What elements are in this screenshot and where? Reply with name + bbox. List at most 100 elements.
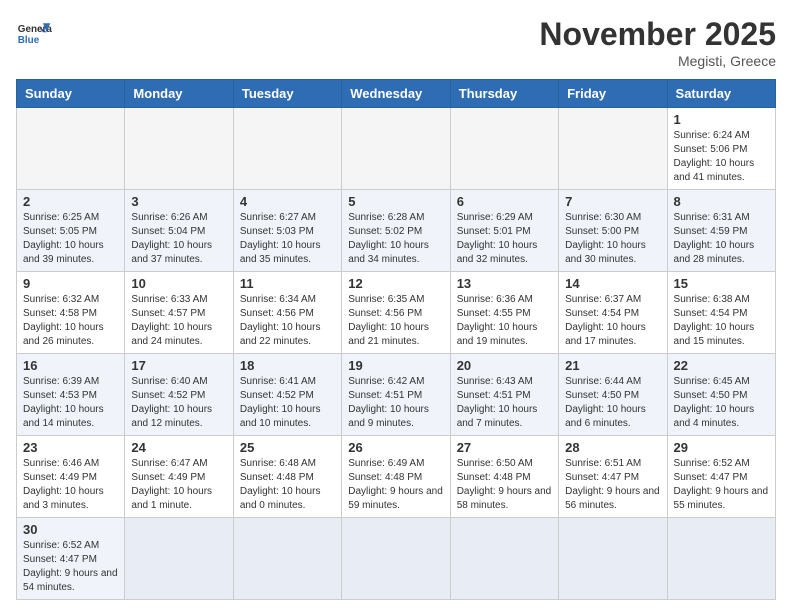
- calendar-day-cell: [342, 518, 450, 600]
- day-number: 28: [565, 440, 660, 455]
- calendar-table: SundayMondayTuesdayWednesdayThursdayFrid…: [16, 79, 776, 600]
- calendar-day-cell: 2Sunrise: 6:25 AM Sunset: 5:05 PM Daylig…: [17, 190, 125, 272]
- day-number: 17: [131, 358, 226, 373]
- calendar-day-cell: 14 Sunrise: 6:37 AM Sunset: 4:54 PM Dayli…: [559, 272, 667, 354]
- calendar-day-cell: [342, 108, 450, 190]
- calendar-day-cell: 25 Sunrise: 6:48 AM Sunset: 4:48 PM Dayli…: [233, 436, 341, 518]
- calendar-day-cell: 4Sunrise: 6:27 AM Sunset: 5:03 PM Daylig…: [233, 190, 341, 272]
- calendar-day-cell: 24 Sunrise: 6:47 AM Sunset: 4:49 PM Dayli…: [125, 436, 233, 518]
- weekday-header-wednesday: Wednesday: [342, 80, 450, 108]
- calendar-day-cell: 7Sunrise: 6:30 AM Sunset: 5:00 PM Daylig…: [559, 190, 667, 272]
- day-number: 26: [348, 440, 443, 455]
- calendar-week-row: 2Sunrise: 6:25 AM Sunset: 5:05 PM Daylig…: [17, 190, 776, 272]
- day-number: 6: [457, 194, 552, 209]
- calendar-day-cell: 27Sunrise: 6:50 AM Sunset: 4:48 PM Dayli…: [450, 436, 558, 518]
- day-number: 23: [23, 440, 118, 455]
- day-number: 15: [674, 276, 769, 291]
- day-info: Sunrise: 6:51 AM Sunset: 4:47 PM Dayligh…: [565, 457, 660, 513]
- day-info: Sunrise: 6:40 AM Sunset: 4:52 PM Dayligh…: [131, 375, 226, 431]
- day-number: 22: [674, 358, 769, 373]
- day-info: Sunrise: 6:49 AM Sunset: 4:48 PM Dayligh…: [348, 457, 443, 513]
- day-info: Sunrise: 6:47 AM Sunset: 4:49 PM Dayligh…: [131, 457, 226, 513]
- day-number: 8: [674, 194, 769, 209]
- calendar-day-cell: [450, 108, 558, 190]
- day-number: 21: [565, 358, 660, 373]
- calendar-day-cell: 9 Sunrise: 6:32 AM Sunset: 4:58 PM Daylig…: [17, 272, 125, 354]
- calendar-day-cell: 3 Sunrise: 6:26 AM Sunset: 5:04 PM Daylig…: [125, 190, 233, 272]
- calendar-week-row: 23 Sunrise: 6:46 AM Sunset: 4:49 PM Dayli…: [17, 436, 776, 518]
- calendar-day-cell: 19 Sunrise: 6:42 AM Sunset: 4:51 PM Dayli…: [342, 354, 450, 436]
- day-info: Sunrise: 6:48 AM Sunset: 4:48 PM Dayligh…: [240, 457, 335, 513]
- calendar-day-cell: 12Sunrise: 6:35 AM Sunset: 4:56 PM Dayli…: [342, 272, 450, 354]
- calendar-day-cell: 5Sunrise: 6:28 AM Sunset: 5:02 PM Daylig…: [342, 190, 450, 272]
- calendar-day-cell: 28 Sunrise: 6:51 AM Sunset: 4:47 PM Dayli…: [559, 436, 667, 518]
- day-number: 24: [131, 440, 226, 455]
- weekday-header-thursday: Thursday: [450, 80, 558, 108]
- day-info: Sunrise: 6:45 AM Sunset: 4:50 PM Dayligh…: [674, 375, 769, 431]
- calendar-day-cell: [559, 518, 667, 600]
- calendar-day-cell: 30 Sunrise: 6:52 AM Sunset: 4:47 PM Dayli…: [17, 518, 125, 600]
- day-info: Sunrise: 6:33 AM Sunset: 4:57 PM Dayligh…: [131, 293, 226, 349]
- day-info: Sunrise: 6:44 AM Sunset: 4:50 PM Dayligh…: [565, 375, 660, 431]
- calendar-day-cell: 18Sunrise: 6:41 AM Sunset: 4:52 PM Dayli…: [233, 354, 341, 436]
- location-subtitle: Megisti, Greece: [539, 53, 776, 69]
- calendar-day-cell: 22 Sunrise: 6:45 AM Sunset: 4:50 PM Dayli…: [667, 354, 775, 436]
- day-info: Sunrise: 6:43 AM Sunset: 4:51 PM Dayligh…: [457, 375, 552, 431]
- calendar-day-cell: [125, 518, 233, 600]
- day-number: 2: [23, 194, 118, 209]
- calendar-day-cell: 1Sunrise: 6:24 AM Sunset: 5:06 PM Daylig…: [667, 108, 775, 190]
- day-number: 25: [240, 440, 335, 455]
- day-number: 14: [565, 276, 660, 291]
- weekday-header-tuesday: Tuesday: [233, 80, 341, 108]
- page-header: General Blue November 2025 Megisti, Gree…: [16, 16, 776, 69]
- day-number: 29: [674, 440, 769, 455]
- day-number: 11: [240, 276, 335, 291]
- day-number: 19: [348, 358, 443, 373]
- calendar-week-row: 9 Sunrise: 6:32 AM Sunset: 4:58 PM Daylig…: [17, 272, 776, 354]
- title-block: November 2025 Megisti, Greece: [539, 16, 776, 69]
- day-number: 20: [457, 358, 552, 373]
- calendar-day-cell: [233, 108, 341, 190]
- day-info: Sunrise: 6:37 AM Sunset: 4:54 PM Dayligh…: [565, 293, 660, 349]
- day-number: 16: [23, 358, 118, 373]
- day-info: Sunrise: 6:31 AM Sunset: 4:59 PM Dayligh…: [674, 211, 769, 267]
- day-info: Sunrise: 6:42 AM Sunset: 4:51 PM Dayligh…: [348, 375, 443, 431]
- calendar-day-cell: 10Sunrise: 6:33 AM Sunset: 4:57 PM Dayli…: [125, 272, 233, 354]
- day-info: Sunrise: 6:50 AM Sunset: 4:48 PM Dayligh…: [457, 457, 552, 513]
- day-info: Sunrise: 6:29 AM Sunset: 5:01 PM Dayligh…: [457, 211, 552, 267]
- day-number: 30: [23, 522, 118, 537]
- day-info: Sunrise: 6:39 AM Sunset: 4:53 PM Dayligh…: [23, 375, 118, 431]
- day-info: Sunrise: 6:52 AM Sunset: 4:47 PM Dayligh…: [23, 539, 118, 595]
- svg-text:Blue: Blue: [18, 35, 40, 46]
- day-info: Sunrise: 6:30 AM Sunset: 5:00 PM Dayligh…: [565, 211, 660, 267]
- calendar-day-cell: [667, 518, 775, 600]
- day-info: Sunrise: 6:34 AM Sunset: 4:56 PM Dayligh…: [240, 293, 335, 349]
- day-info: Sunrise: 6:52 AM Sunset: 4:47 PM Dayligh…: [674, 457, 769, 513]
- day-info: Sunrise: 6:26 AM Sunset: 5:04 PM Dayligh…: [131, 211, 226, 267]
- weekday-header-sunday: Sunday: [17, 80, 125, 108]
- calendar-day-cell: 6 Sunrise: 6:29 AM Sunset: 5:01 PM Daylig…: [450, 190, 558, 272]
- calendar-day-cell: 15 Sunrise: 6:38 AM Sunset: 4:54 PM Dayli…: [667, 272, 775, 354]
- calendar-day-cell: 17 Sunrise: 6:40 AM Sunset: 4:52 PM Dayli…: [125, 354, 233, 436]
- weekday-header-row: SundayMondayTuesdayWednesdayThursdayFrid…: [17, 80, 776, 108]
- day-info: Sunrise: 6:28 AM Sunset: 5:02 PM Dayligh…: [348, 211, 443, 267]
- calendar-day-cell: 26 Sunrise: 6:49 AM Sunset: 4:48 PM Dayli…: [342, 436, 450, 518]
- month-title: November 2025: [539, 16, 776, 53]
- day-info: Sunrise: 6:46 AM Sunset: 4:49 PM Dayligh…: [23, 457, 118, 513]
- calendar-day-cell: 11 Sunrise: 6:34 AM Sunset: 4:56 PM Dayli…: [233, 272, 341, 354]
- day-info: Sunrise: 6:32 AM Sunset: 4:58 PM Dayligh…: [23, 293, 118, 349]
- day-info: Sunrise: 6:41 AM Sunset: 4:52 PM Dayligh…: [240, 375, 335, 431]
- calendar-week-row: 1Sunrise: 6:24 AM Sunset: 5:06 PM Daylig…: [17, 108, 776, 190]
- calendar-day-cell: 21 Sunrise: 6:44 AM Sunset: 4:50 PM Dayli…: [559, 354, 667, 436]
- day-info: Sunrise: 6:38 AM Sunset: 4:54 PM Dayligh…: [674, 293, 769, 349]
- calendar-day-cell: 13Sunrise: 6:36 AM Sunset: 4:55 PM Dayli…: [450, 272, 558, 354]
- calendar-day-cell: 23 Sunrise: 6:46 AM Sunset: 4:49 PM Dayli…: [17, 436, 125, 518]
- calendar-day-cell: 16 Sunrise: 6:39 AM Sunset: 4:53 PM Dayli…: [17, 354, 125, 436]
- day-number: 3: [131, 194, 226, 209]
- calendar-week-row: 16 Sunrise: 6:39 AM Sunset: 4:53 PM Dayli…: [17, 354, 776, 436]
- day-number: 9: [23, 276, 118, 291]
- calendar-day-cell: 29 Sunrise: 6:52 AM Sunset: 4:47 PM Dayli…: [667, 436, 775, 518]
- calendar-day-cell: [233, 518, 341, 600]
- generalblue-logo-icon: General Blue: [16, 16, 52, 52]
- weekday-header-saturday: Saturday: [667, 80, 775, 108]
